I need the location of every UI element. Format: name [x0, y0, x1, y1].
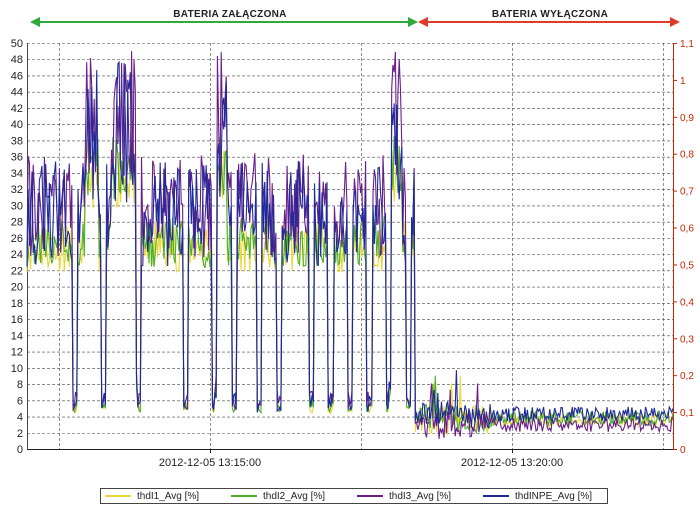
thd-line-chart: BATERIA ZAŁĄCZONA BATERIA WYŁĄCZONA 02468…: [11, 9, 695, 469]
y-tick-label-left: 46: [11, 70, 23, 82]
y-tick-label-right: 0,6: [680, 224, 694, 235]
y-tick-label-left: 4: [17, 412, 23, 424]
y-tick-label-right: 1: [680, 76, 686, 87]
y-tick-label-right: 0,5: [680, 260, 694, 271]
left-band-arrow-head-left: [30, 17, 40, 27]
y-tick-label-left: 38: [11, 135, 23, 147]
right-band-arrow-head-left: [418, 17, 428, 27]
y-tick-label-right: 0,7: [680, 187, 694, 198]
y-tick-label-right: 0,1: [680, 408, 694, 419]
left-band-label: BATERIA ZAŁĄCZONA: [173, 9, 286, 20]
y-tick-label-right: 0,8: [680, 150, 694, 161]
legend-item-thdi1: thdI1_Avg [%]: [101, 491, 227, 502]
legend-label-thdi2: thdI2_Avg [%]: [263, 490, 326, 502]
y-tick-label-left: 14: [11, 330, 23, 342]
y-tick-label-right: 0,2: [680, 371, 694, 382]
left-y-axis: 0246810121416182022242628303234363840424…: [11, 38, 23, 456]
y-tick-label-left: 48: [11, 54, 23, 66]
series-lines: [26, 51, 674, 439]
y-tick-label-left: 50: [11, 38, 23, 50]
legend-swatch-thdi3: [357, 495, 383, 497]
y-tick-label-left: 16: [11, 314, 23, 326]
x-tick-label: 2012-12-05 13:20:00: [461, 457, 563, 469]
y-tick-label-left: 24: [11, 249, 23, 261]
legend-swatch-thdi1: [105, 495, 131, 497]
y-tick-label-right: 0,3: [680, 334, 694, 345]
legend-label-thdinpe: thdINPE_Avg [%]: [515, 490, 593, 502]
y-tick-label-left: 32: [11, 184, 23, 196]
right-band-label: BATERIA WYŁĄCZONA: [492, 9, 608, 20]
y-tick-label-left: 26: [11, 233, 23, 245]
legend-swatch-thdinpe: [483, 495, 509, 497]
y-tick-label-left: 12: [11, 347, 23, 359]
series-line-4: [26, 60, 674, 429]
y-tick-label-left: 2: [17, 428, 23, 440]
y-tick-label-right: 0: [680, 445, 686, 456]
legend-item-thdi2: thdI2_Avg [%]: [227, 491, 353, 502]
y-tick-label-left: 8: [17, 379, 23, 391]
y-tick-label-right: 1,1: [680, 39, 694, 50]
y-tick-label-right: 0,4: [680, 297, 694, 308]
y-tick-label-left: 28: [11, 217, 23, 229]
legend-swatch-thdi2: [231, 495, 257, 497]
y-tick-label-left: 34: [11, 168, 23, 180]
y-tick-label-right: 0,9: [680, 113, 694, 124]
y-tick-label-left: 40: [11, 119, 23, 131]
y-tick-label-left: 20: [11, 282, 23, 294]
battery-state-band: BATERIA ZAŁĄCZONA BATERIA WYŁĄCZONA: [30, 9, 680, 27]
y-tick-label-left: 0: [17, 444, 23, 456]
y-tick-label-left: 30: [11, 200, 23, 212]
y-tick-label-left: 36: [11, 152, 23, 164]
left-band-arrow-head-right: [408, 17, 418, 27]
y-tick-label-left: 44: [11, 87, 23, 99]
legend-item-thdi3: thdI3_Avg [%]: [353, 491, 479, 502]
legend-item-thdinpe: thdINPE_Avg [%]: [479, 491, 605, 502]
chart-legend: thdI1_Avg [%] thdI2_Avg [%] thdI3_Avg [%…: [100, 488, 608, 504]
right-y-axis: 0 0,1 0,2 0,3 0,4 0,5 0,6 0,7 0,8 0,9 1 1,1: [673, 39, 694, 456]
y-tick-label-left: 10: [11, 363, 23, 375]
y-tick-label-left: 22: [11, 265, 23, 277]
x-axis: 2012-12-05 13:15:00 2012-12-05 13:20:00: [159, 449, 563, 469]
y-tick-label-left: 42: [11, 103, 23, 115]
legend-label-thdi3: thdI3_Avg [%]: [389, 490, 452, 502]
legend-label-thdi1: thdI1_Avg [%]: [137, 490, 200, 502]
y-tick-label-left: 6: [17, 395, 23, 407]
y-tick-label-left: 18: [11, 298, 23, 310]
right-band-arrow-head-right: [670, 17, 680, 27]
x-tick-label: 2012-12-05 13:15:00: [159, 457, 261, 469]
